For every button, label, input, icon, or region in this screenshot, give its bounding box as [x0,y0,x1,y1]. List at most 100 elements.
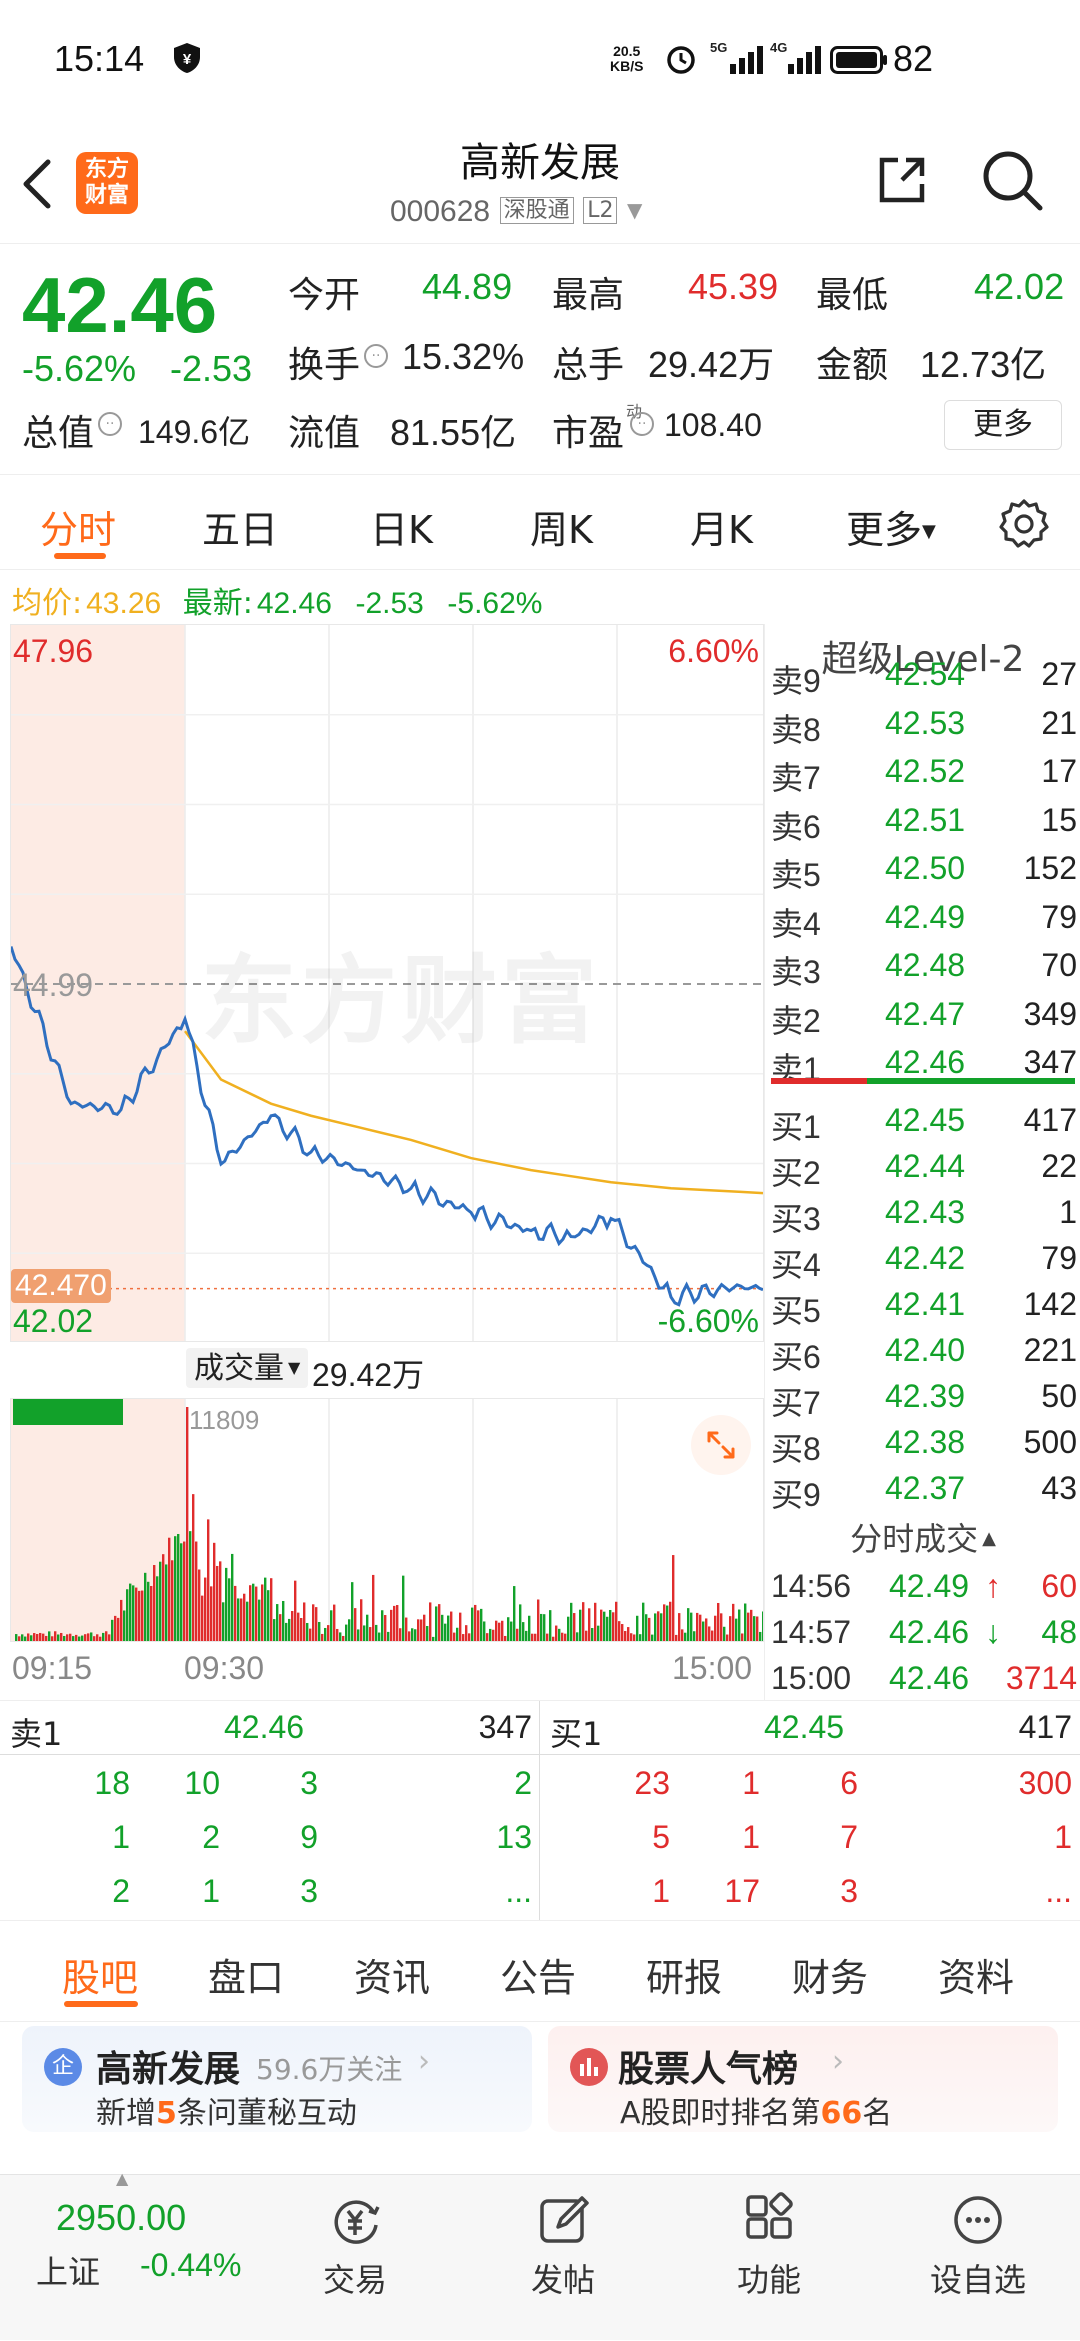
volume-bar [654,1613,657,1641]
ask-row[interactable]: 卖8 42.53 21 [765,703,1080,752]
share-button[interactable] [872,150,932,210]
info-icon: ·· [364,344,388,368]
chevron-right-icon: › [418,2044,430,2079]
ask-row[interactable]: 卖4 42.49 79 [765,897,1080,946]
bid-row[interactable]: 买1 42.45 417 [765,1100,1080,1146]
volume-bar [717,1602,720,1641]
volume-bar [237,1598,240,1641]
expand-button[interactable] [691,1415,751,1475]
queue-row: 5 1 7 1 [540,1809,1080,1863]
tab-more[interactable]: 更多▼ [846,499,936,554]
net2-label: 4G [770,40,788,55]
volume-bar [705,1618,708,1641]
tab-profile[interactable]: 资料 [938,1947,1014,2002]
ask-row[interactable]: 卖9 42.54 27 [765,654,1080,703]
nav-functions[interactable]: 功能 [714,2191,824,2321]
back-button[interactable] [18,156,58,212]
logo-line1: 东方 [84,157,129,182]
volume-bar [744,1603,747,1641]
bid-row[interactable]: 买3 42.43 1 [765,1192,1080,1238]
volume-bar [663,1604,666,1641]
nav-post[interactable]: 发帖 [508,2191,618,2321]
volume-bar [474,1604,477,1641]
time-end: 15:00 [672,1650,753,1686]
volume-bar [93,1636,96,1641]
volume-bar [489,1628,492,1641]
ask-row[interactable]: 卖6 42.51 15 [765,800,1080,849]
index-widget[interactable]: ▲ 2950.00 上证 -0.44% [0,2169,290,2341]
queue-cell: 1 [1054,1819,1072,1855]
volume-bar [738,1609,741,1641]
bid-label: 买9 [771,1477,821,1513]
tab-intraday[interactable]: 分时 [40,499,116,554]
volume-bar [66,1634,69,1641]
card-stock-bar[interactable]: 企 高新发展 59.6万关注 › 新增5条问董秘互动 [22,2026,532,2132]
volume-bar [363,1625,366,1641]
volume-bar [429,1602,432,1641]
volume-selector[interactable]: 成交量 ▼ [186,1348,309,1388]
nav-trade[interactable]: 交易 [300,2191,410,2321]
volume-bar [99,1636,102,1641]
tab-finance[interactable]: 财务 [792,1947,868,2002]
bid-price: 42.45 [885,1102,966,1138]
bid-row[interactable]: 买2 42.44 22 [765,1146,1080,1192]
bid-row[interactable]: 买9 42.37 43 [765,1468,1080,1514]
caret-up-icon: ▲ [116,2169,129,2188]
tab-monthly-k[interactable]: 月K [690,499,753,554]
queue-row: 1 2 9 13 [0,1809,540,1863]
app-logo[interactable]: 东方 财富 [76,152,138,214]
volume-bar [393,1605,396,1641]
bid-row[interactable]: 买4 42.42 79 [765,1238,1080,1284]
ask-price: 42.49 [885,898,966,935]
caret-down-icon: ▼ [627,198,643,222]
trades-header[interactable]: 分时成交 ▲ [765,1512,1080,1566]
volume-bar [699,1614,702,1641]
high-label: 最高 [552,275,625,316]
bid-row[interactable]: 买7 42.39 50 [765,1376,1080,1422]
price-chart[interactable]: 东方财富 47.96 6.60% 44.99 42.470 42.02 -6.6… [10,624,764,1342]
tab-daily-k[interactable]: 日K [370,499,433,554]
volume-bar [417,1619,420,1641]
volume-bar [141,1590,144,1641]
stock-code-row[interactable]: 000628 深股通 L2 ▼ [390,192,710,228]
volume-bar [669,1601,672,1641]
ask-row[interactable]: 卖7 42.52 17 [765,751,1080,800]
volume-bar [213,1542,216,1641]
volume-bar [645,1614,648,1641]
tab-pankou[interactable]: 盘口 [208,1947,284,2002]
volume-bar [351,1582,354,1641]
ask-row[interactable]: 卖5 42.50 152 [765,848,1080,897]
more-button[interactable]: 更多 [944,400,1062,450]
card1-subtitle: 59.6万关注 [256,2053,403,2086]
tab-guba[interactable]: 股吧 [62,1947,138,2002]
card-popularity[interactable]: 股票人气榜 › A股即时排名第66名 [548,2026,1058,2132]
volume-bar [102,1632,105,1641]
bid-row[interactable]: 买8 42.38 500 [765,1422,1080,1468]
volume-bar [759,1631,762,1641]
ask-row[interactable]: 卖2 42.47 349 [765,994,1080,1043]
tab-research[interactable]: 研报 [646,1947,722,2002]
search-button[interactable] [980,148,1046,214]
volume-bar [471,1607,474,1641]
bid-row[interactable]: 买6 42.40 221 [765,1330,1080,1376]
change-pct: -5.62% [22,348,137,389]
volume-bar [711,1630,714,1641]
tab-announcements[interactable]: 公告 [500,1947,576,2002]
chart-settings-button[interactable] [998,497,1050,549]
avg-label: 均价: [12,586,83,621]
auction-volume [13,1399,123,1425]
ask-vol: 17 [1041,753,1077,789]
ask-row[interactable]: 卖3 42.48 70 [765,945,1080,994]
nav-watchlist[interactable]: 设自选 [918,2191,1038,2321]
ask-label: 卖5 [771,857,821,893]
volume-chart[interactable]: 11809 [10,1398,764,1642]
bid-row[interactable]: 买5 42.41 142 [765,1284,1080,1330]
bid-price: 42.40 [885,1332,966,1368]
tab-weekly-k[interactable]: 周K [530,499,593,554]
volume-bar [261,1584,264,1641]
volume-bar [69,1633,72,1641]
volume-bar [312,1604,315,1641]
tab-five-day[interactable]: 五日 [202,499,278,554]
ask-label: 卖8 [771,711,821,748]
tab-news[interactable]: 资讯 [354,1947,430,2002]
